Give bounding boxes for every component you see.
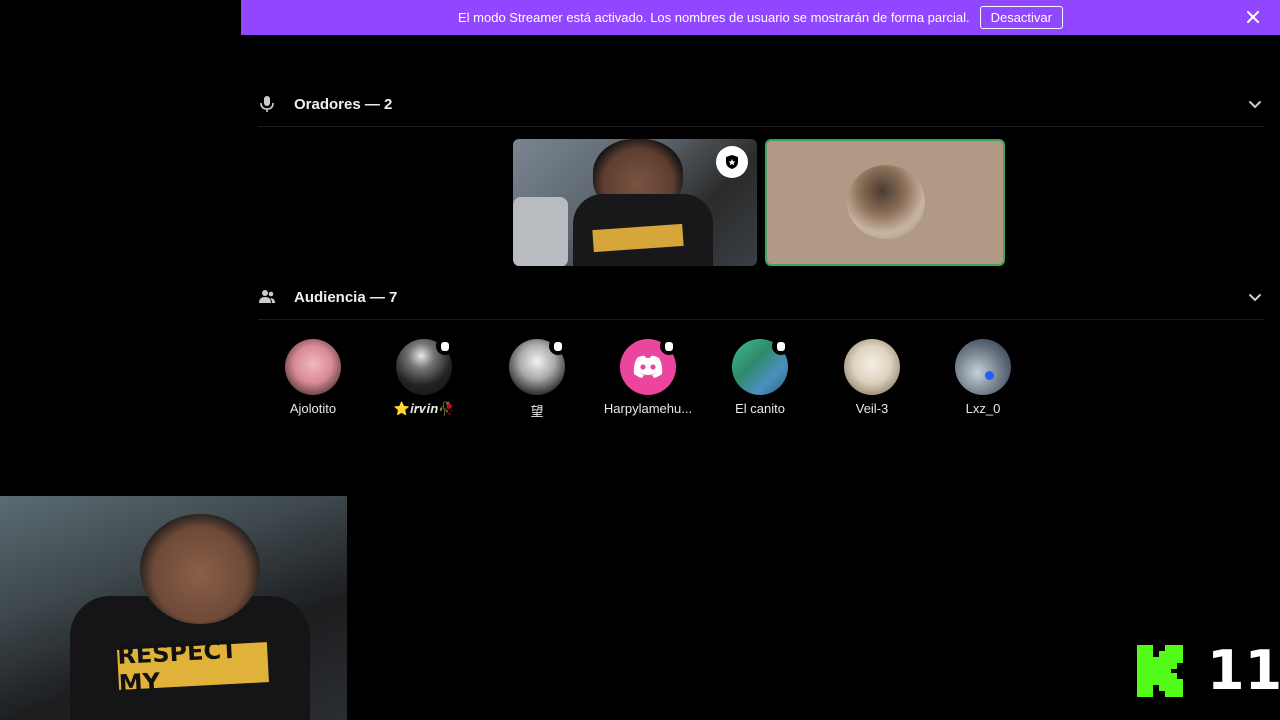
microphone-icon (260, 96, 274, 112)
avatar (955, 339, 1011, 395)
speakers-title: Oradores — 2 (294, 95, 393, 113)
raised-hand-icon (772, 337, 790, 355)
deactivate-button[interactable]: Desactivar (979, 6, 1063, 29)
member-name: 望 (530, 404, 544, 419)
chevron-down-icon[interactable] (1246, 95, 1264, 113)
avatar (509, 337, 567, 395)
speakers-section-header[interactable]: Oradores — 2 (258, 82, 1264, 127)
audience-member[interactable]: Veil-3 (817, 339, 927, 416)
kick-viewer-counter: 11 (1137, 639, 1280, 702)
raised-hand-icon (549, 337, 567, 355)
raised-hand-icon (436, 337, 454, 355)
streamer-mode-text: El modo Streamer está activado. Los nomb… (458, 10, 970, 25)
streamer-mode-banner: El modo Streamer está activado. Los nomb… (241, 0, 1280, 35)
shield-star-icon (726, 155, 738, 169)
discord-logo-icon (633, 355, 663, 378)
speaker-avatar (847, 165, 925, 239)
webcam-face (140, 514, 260, 624)
raised-hand-icon (660, 337, 678, 355)
member-name: El canito (735, 401, 785, 416)
people-icon (259, 290, 275, 303)
audience-member[interactable]: 望 (482, 337, 592, 420)
avatar (732, 337, 790, 395)
member-name: Lxz_0 (965, 401, 1001, 416)
shirt-text: RESPECT MY (117, 636, 269, 698)
member-name: Veil-3 (855, 401, 889, 416)
audience-member[interactable]: Harpylamehu... (593, 337, 703, 416)
avatar (285, 339, 341, 395)
avatar (620, 337, 678, 395)
member-name: ⭐𝒊𝒓𝒗𝒊𝒏🥀 (393, 401, 455, 416)
audience-member[interactable]: ⭐𝒊𝒓𝒗𝒊𝒏🥀 (369, 337, 479, 417)
kick-logo-icon (1137, 645, 1183, 697)
audience-section-header[interactable]: Audiencia — 7 (258, 275, 1264, 320)
audience-member[interactable]: Ajolotito (258, 339, 368, 416)
viewer-count: 11 (1207, 639, 1280, 702)
webcam-overlay: RESPECT MY (0, 496, 347, 720)
close-icon[interactable] (1244, 8, 1262, 26)
member-name: Ajolotito (289, 401, 337, 416)
moderator-badge-icon (716, 146, 748, 178)
audience-member[interactable]: Lxz_0 (928, 339, 1038, 416)
avatar (844, 339, 900, 395)
member-name: Harpylamehu... (603, 401, 693, 416)
audience-member[interactable]: El canito (705, 337, 815, 416)
chevron-down-icon[interactable] (1246, 288, 1264, 306)
audience-title: Audiencia — 7 (294, 288, 398, 306)
avatar (396, 337, 454, 395)
